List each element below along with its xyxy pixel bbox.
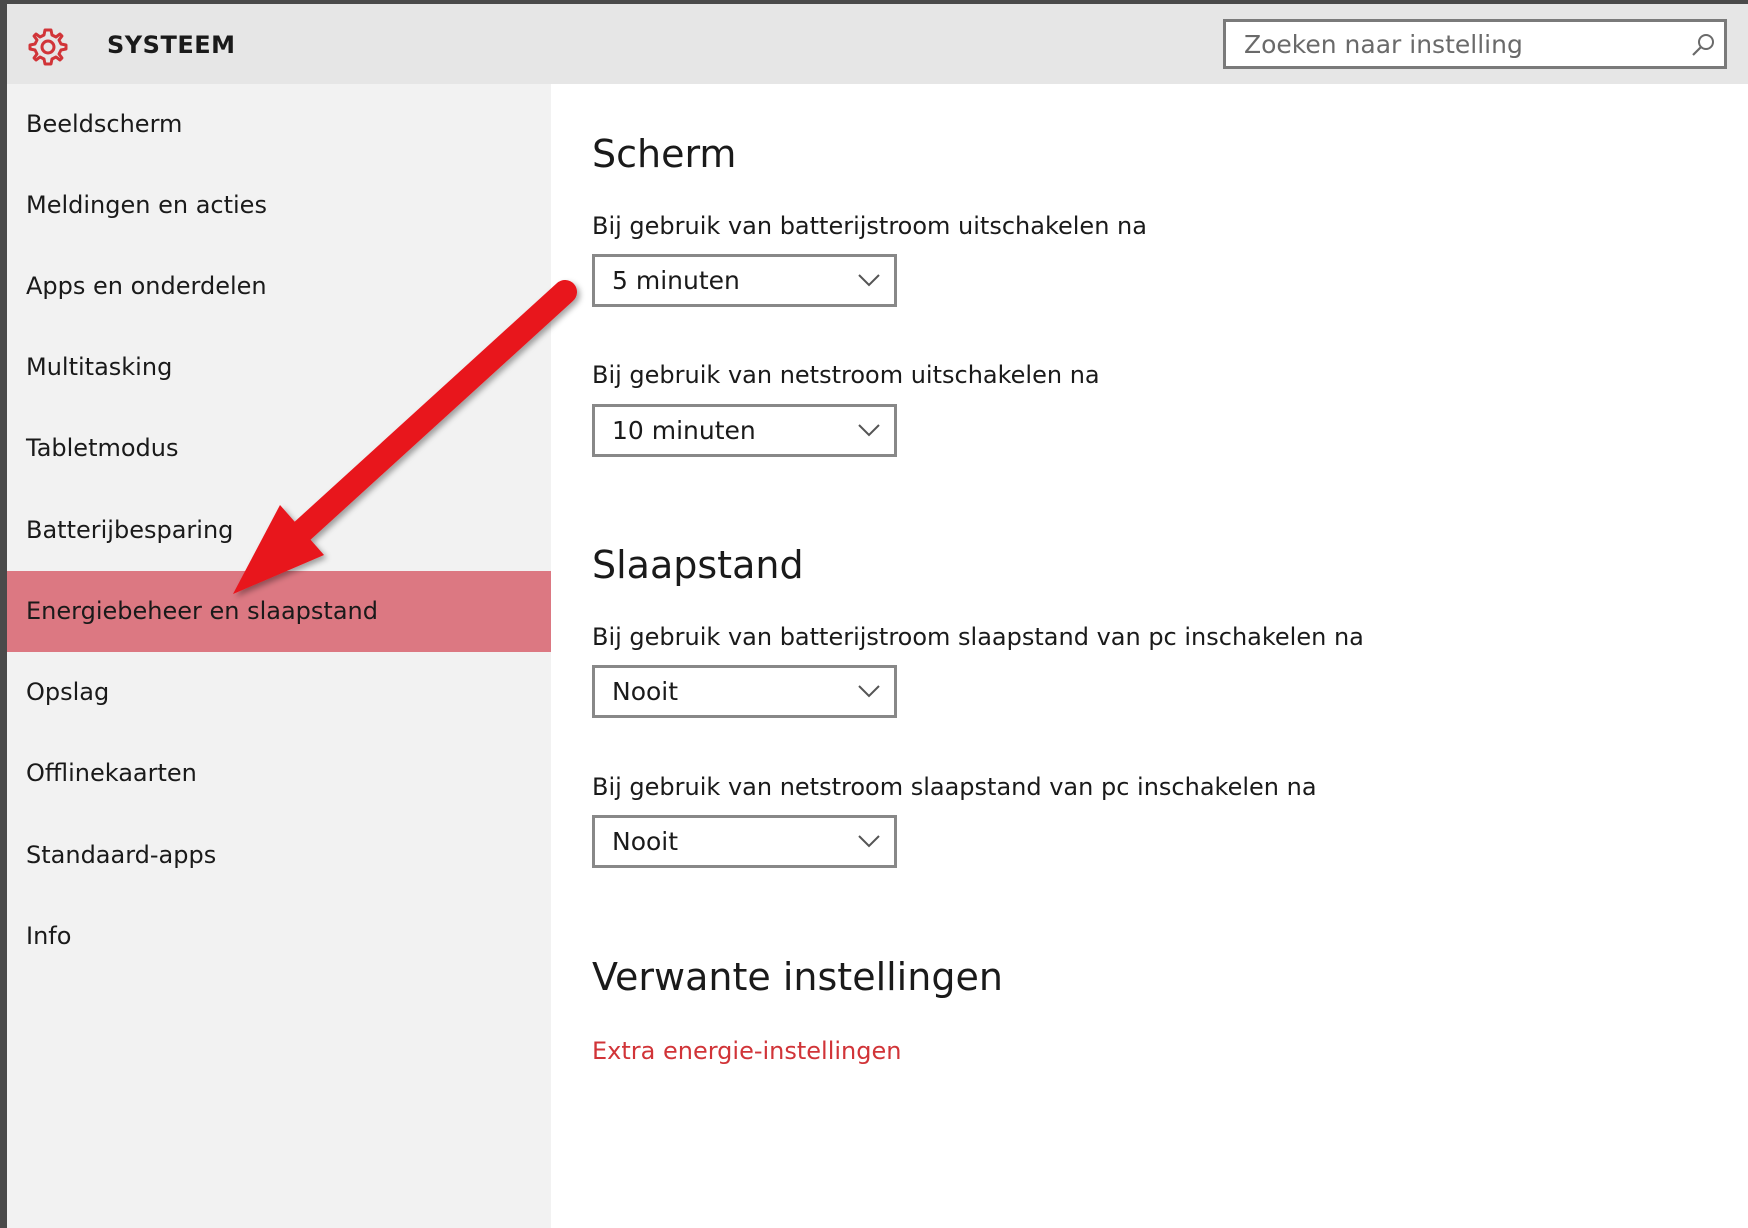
section-heading-slaapstand: Slaapstand	[592, 543, 804, 587]
search-box[interactable]	[1223, 19, 1727, 69]
dropdown-value: 10 minuten	[612, 416, 756, 445]
sidebar-item-batterijbesparing[interactable]: Batterijbesparing	[7, 490, 551, 571]
sidebar: Beeldscherm Meldingen en acties Apps en …	[7, 84, 551, 1228]
sidebar-item-apps[interactable]: Apps en onderdelen	[7, 246, 551, 327]
header-bar: SYSTEEM	[7, 4, 1748, 84]
dropdown-value: 5 minuten	[612, 266, 740, 295]
chevron-down-icon	[858, 274, 880, 287]
chevron-down-icon	[858, 685, 880, 698]
screen-plugged-label: Bij gebruik van netstroom uitschakelen n…	[592, 361, 1100, 389]
main-content: Scherm Bij gebruik van batterijstroom ui…	[551, 84, 1748, 1228]
search-input[interactable]	[1226, 22, 1684, 66]
sidebar-item-beeldscherm[interactable]: Beeldscherm	[7, 84, 551, 165]
sleep-plugged-label: Bij gebruik van netstroom slaapstand van…	[592, 773, 1317, 801]
sidebar-item-standaard-apps[interactable]: Standaard-apps	[7, 815, 551, 896]
sidebar-item-multitasking[interactable]: Multitasking	[7, 327, 551, 408]
sidebar-item-info[interactable]: Info	[7, 896, 551, 977]
section-heading-verwante: Verwante instellingen	[592, 955, 1003, 999]
app-title: SYSTEEM	[107, 31, 236, 59]
sleep-battery-label: Bij gebruik van batterijstroom slaapstan…	[592, 623, 1364, 651]
sleep-plugged-dropdown[interactable]: Nooit	[592, 815, 897, 868]
dropdown-value: Nooit	[612, 677, 679, 706]
sidebar-item-opslag[interactable]: Opslag	[7, 652, 551, 733]
sidebar-item-tabletmodus[interactable]: Tabletmodus	[7, 408, 551, 489]
sleep-battery-dropdown[interactable]: Nooit	[592, 665, 897, 718]
chevron-down-icon	[858, 835, 880, 848]
screen-plugged-dropdown[interactable]: 10 minuten	[592, 404, 897, 457]
sidebar-item-meldingen[interactable]: Meldingen en acties	[7, 165, 551, 246]
search-icon[interactable]	[1690, 32, 1716, 58]
chevron-down-icon	[858, 424, 880, 437]
extra-power-settings-link[interactable]: Extra energie-instellingen	[592, 1037, 901, 1065]
screen-battery-dropdown[interactable]: 5 minuten	[592, 254, 897, 307]
sidebar-item-offlinekaarten[interactable]: Offlinekaarten	[7, 733, 551, 814]
dropdown-value: Nooit	[612, 827, 679, 856]
screen-battery-label: Bij gebruik van batterijstroom uitschake…	[592, 212, 1147, 240]
sidebar-item-energiebeheer[interactable]: Energiebeheer en slaapstand	[7, 571, 551, 652]
settings-window: SYSTEEM Beeldscherm Meldingen en acties …	[7, 4, 1748, 1228]
section-heading-scherm: Scherm	[592, 132, 737, 176]
gear-icon	[28, 28, 68, 66]
